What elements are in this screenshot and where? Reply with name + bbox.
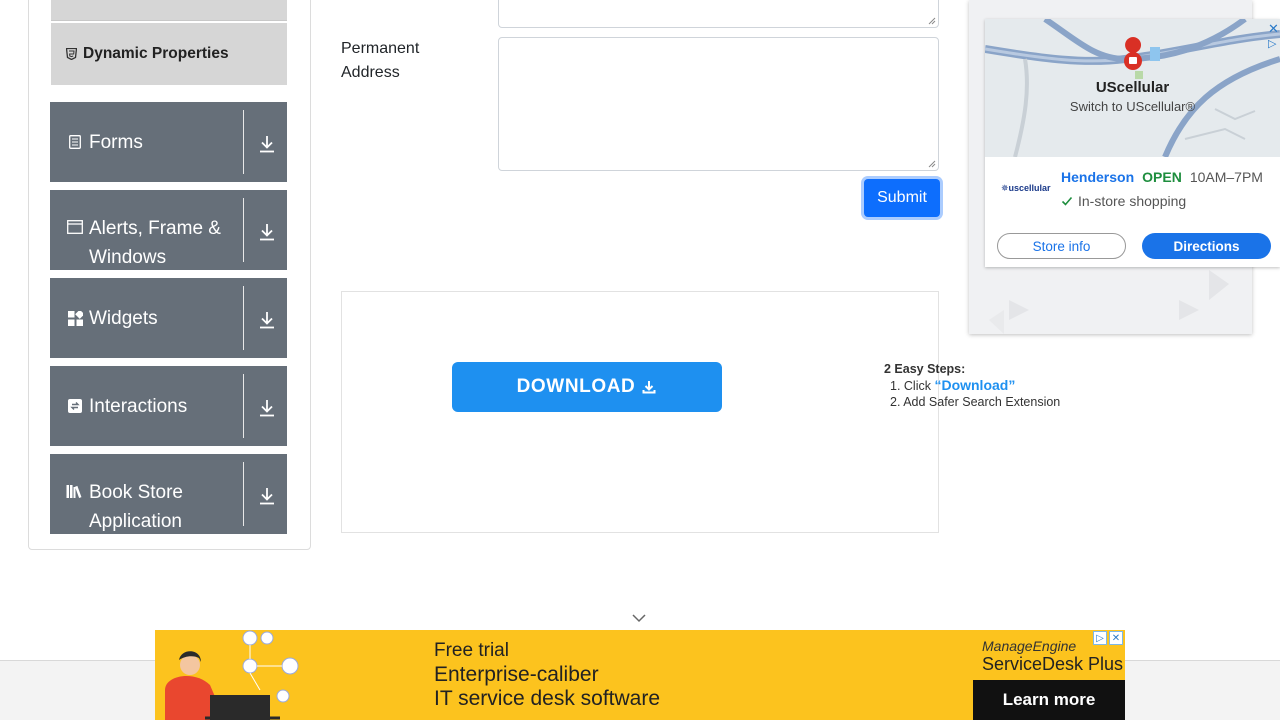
- adchoices-icon[interactable]: ▷: [1093, 631, 1107, 645]
- map-brand: UScellular: [1095, 79, 1170, 96]
- store-location: Henderson: [1061, 169, 1135, 185]
- html5-icon: [65, 48, 77, 60]
- sidebar-group-alerts[interactable]: Alerts, Frame & Windows: [50, 190, 287, 270]
- download-icon[interactable]: [255, 132, 279, 156]
- directions-button[interactable]: Directions: [1142, 233, 1271, 259]
- map-tagline: Switch to UScellular®: [1069, 99, 1196, 114]
- ad-illustration: [165, 630, 299, 720]
- sidebar-group-widgets[interactable]: Widgets: [50, 278, 287, 358]
- uscellular-logo: ✵uscellular: [1001, 183, 1051, 193]
- submit-button[interactable]: Submit: [864, 179, 940, 217]
- sidebar-subitem-previous[interactable]: [51, 0, 287, 21]
- learn-more-button[interactable]: Learn more: [973, 680, 1125, 720]
- banner-brand-name: ServiceDesk Plus: [982, 654, 1124, 674]
- banner-line-2: Enterprise-caliber: [434, 663, 599, 686]
- ad-controls: ▷ ✕: [1093, 631, 1123, 646]
- ad-step-1: 1. Click “Download”: [890, 377, 1016, 393]
- resize-grip-icon[interactable]: [928, 160, 936, 168]
- close-icon[interactable]: ✕: [1109, 631, 1123, 645]
- check-icon: [1061, 196, 1073, 206]
- store-feature: In-store shopping: [1078, 193, 1187, 209]
- interactions-icon: [66, 399, 84, 413]
- download-icon[interactable]: [255, 484, 279, 508]
- sidebar-group-interactions[interactable]: Interactions: [50, 366, 287, 446]
- sidebar-group-label: Forms: [89, 131, 143, 153]
- chevron-down-icon[interactable]: [631, 611, 647, 625]
- store-hours: 10AM–7PM: [1189, 169, 1263, 185]
- map-ad-card[interactable]: UScellular Switch to UScellular® ✵uscell…: [985, 19, 1280, 267]
- resize-grip-icon[interactable]: [928, 17, 936, 25]
- permanent-address-textarea[interactable]: [498, 37, 939, 171]
- sidebar-group-book-store[interactable]: Book Store Application: [50, 454, 287, 534]
- ad-step-1-highlight: “Download”: [934, 377, 1016, 393]
- map-view[interactable]: UScellular Switch to UScellular®: [985, 19, 1280, 157]
- ad-steps-title: 2 Easy Steps:: [884, 362, 966, 376]
- sidebar-group-label: Widgets: [89, 307, 158, 329]
- bottom-banner-ad[interactable]: Free trial Enterprise-caliber IT service…: [155, 630, 1125, 720]
- sidebar-group-label: Book Store Application: [89, 482, 183, 532]
- sidebar-panel: Dynamic Properties Forms Alerts, Frame &…: [28, 0, 311, 550]
- download-icon[interactable]: [255, 308, 279, 332]
- store-status: OPEN: [1142, 169, 1182, 185]
- document-icon: [66, 135, 84, 149]
- books-icon: [66, 484, 84, 498]
- ad-download-label: DOWNLOAD: [516, 376, 636, 397]
- sidebar-subitem-dynamic-properties[interactable]: Dynamic Properties: [51, 23, 287, 85]
- banner-brand-top: ManageEngine: [982, 638, 1077, 654]
- close-icon[interactable]: ✕: [1268, 21, 1279, 37]
- widgets-icon: [66, 310, 84, 326]
- adchoices-icon[interactable]: ▷: [1268, 37, 1276, 50]
- sidebar-group-forms[interactable]: Forms: [50, 102, 287, 182]
- store-info-button[interactable]: Store info: [997, 233, 1126, 259]
- download-icon[interactable]: [255, 220, 279, 244]
- ad-steps: 2 Easy Steps: 1. Click “Download” 2. Add…: [884, 362, 1114, 410]
- sidebar-subitem-label: Dynamic Properties: [83, 45, 229, 62]
- permanent-address-label: Permanent Address: [341, 40, 420, 81]
- current-address-textarea[interactable]: [498, 0, 939, 28]
- sidebar-group-label: Interactions: [89, 395, 188, 417]
- ad-download-button[interactable]: DOWNLOAD: [452, 362, 722, 412]
- sidebar-group-label: Alerts, Frame & Windows: [89, 218, 221, 268]
- banner-line-1: Free trial: [434, 640, 509, 661]
- banner-line-3: IT service desk software: [434, 687, 661, 710]
- ad-container: [341, 291, 939, 533]
- download-icon: [642, 381, 656, 394]
- window-icon: [66, 220, 84, 234]
- ad-step-2: 2. Add Safer Search Extension: [890, 395, 1061, 409]
- download-icon[interactable]: [255, 396, 279, 420]
